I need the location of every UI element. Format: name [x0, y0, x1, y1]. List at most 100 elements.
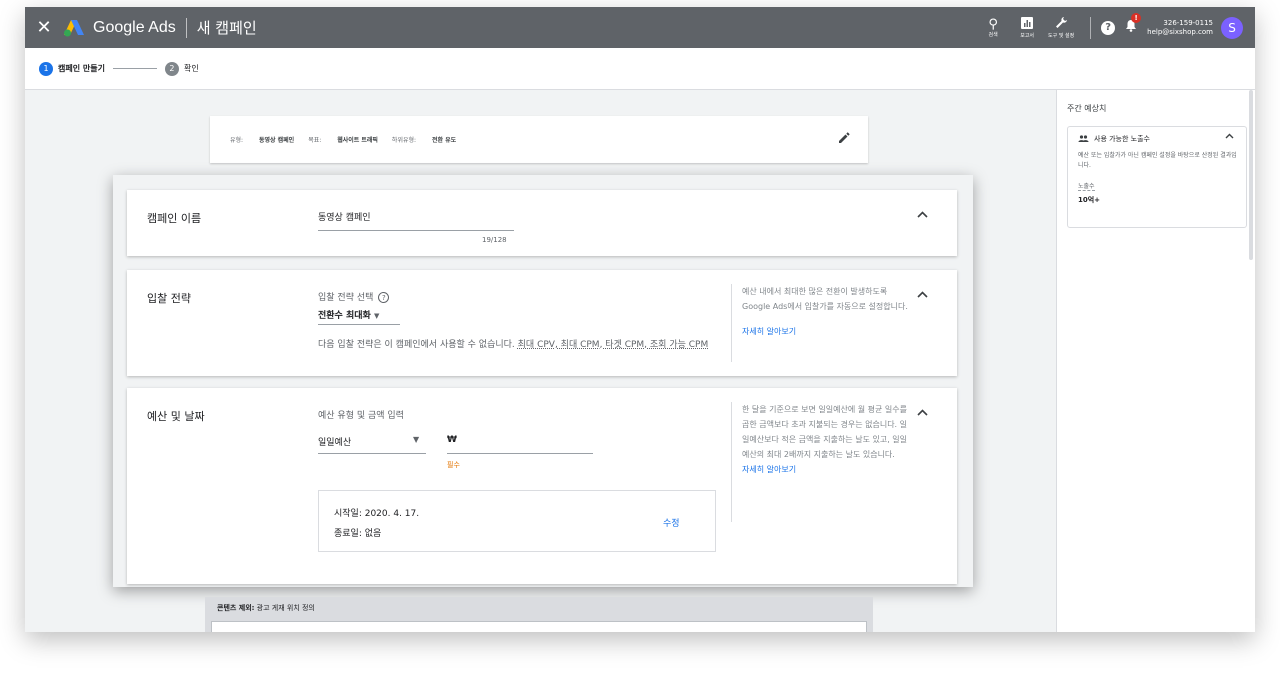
summary-goal-value: 웹사이트 트래픽 — [337, 137, 378, 144]
campaign-name-char-count: 19/128 — [482, 236, 507, 244]
help-icon[interactable]: ? — [1101, 20, 1116, 35]
start-date: 시작일: 2020. 4. 17. — [334, 509, 420, 519]
bidding-select-label: 입찰 전략 선택? — [318, 290, 390, 303]
bidding-help-text: 예산 내에서 최대한 많은 전환이 발생하도록 Google Ads에서 입찰가… — [742, 284, 910, 339]
brand-name: Google Ads — [93, 18, 176, 36]
content-exclusion-box — [211, 621, 867, 632]
step-1-number: 1 — [39, 61, 53, 76]
bidding-strategy-dropdown[interactable]: 전환수 최대화 ▼ — [318, 308, 379, 321]
campaign-name-input[interactable]: 동영상 캠페인 — [318, 210, 371, 223]
campaign-summary: 유형: 동영상 캠페인 목표: 웹사이트 트래픽 하위유형: 전환 유도 — [210, 116, 868, 163]
app-window: ✕ Google Ads 새 캠페인 ⚲ 검색 보고서 도구 및 설정 ? ! … — [25, 7, 1255, 632]
google-ads-logo — [63, 17, 85, 39]
date-box: 시작일: 2020. 4. 17. 종료일: 없음 수정 — [318, 490, 716, 552]
content-exclusion-title-bold: 콘텐츠 제외: — [217, 604, 255, 612]
impressions-metric-value: 10억+ — [1078, 196, 1101, 204]
bell-icon — [1125, 20, 1137, 36]
chevron-up-icon[interactable] — [917, 406, 928, 419]
account-info[interactable]: 326-159-0115 help@sixshop.com — [1147, 19, 1213, 37]
toolbar-divider — [1090, 16, 1092, 39]
summary-subtype-label: 하위유형: — [391, 137, 417, 144]
chevron-up-icon[interactable] — [917, 288, 928, 301]
impressions-card-header[interactable]: 사용 가능한 노출수 — [1078, 134, 1150, 144]
account-id: 326-159-0115 — [1163, 18, 1213, 27]
budget-card: 예산 및 날짜 예산 유형 및 금액 입력 일일예산 ▼ ₩ 필수 시작일: 2… — [127, 388, 957, 584]
bidding-unavailable-note: 다음 입찰 전략은 이 캠페인에서 사용할 수 없습니다. 최대 CPV, 최대… — [318, 338, 728, 353]
title-divider — [185, 17, 187, 38]
content-exclusion-section: 콘텐츠 제외: 광고 게재 위치 정의 — [205, 597, 873, 632]
reports-button[interactable]: 보고서 — [1012, 16, 1042, 39]
account-email: help@sixshop.com — [1147, 27, 1213, 36]
summary-goal: 목표: 웹사이트 트래픽 — [308, 135, 378, 144]
chevron-up-icon[interactable] — [917, 208, 928, 221]
search-label: 검색 — [988, 32, 998, 38]
bidding-select-label-text: 입찰 전략 선택 — [318, 293, 374, 303]
notification-badge: ! — [1131, 13, 1142, 23]
edit-pencil-icon[interactable] — [838, 132, 850, 147]
weekly-estimates-title: 주간 예상치 — [1067, 104, 1107, 113]
wrench-icon — [1055, 16, 1068, 33]
impressions-card: 사용 가능한 노출수 예산 또는 입찰가가 아닌 캠페인 설정을 바탕으로 산정… — [1067, 126, 1247, 228]
budget-amount-underline — [447, 453, 593, 454]
bidding-dropdown-underline — [318, 324, 400, 325]
bidding-learn-more-link[interactable]: 자세히 알아보기 — [742, 324, 910, 339]
budget-input-label: 예산 유형 및 금액 입력 — [318, 411, 404, 421]
budget-type-dropdown[interactable]: 일일예산 — [318, 435, 351, 448]
reports-label: 보고서 — [1020, 32, 1035, 39]
avatar[interactable]: S — [1221, 16, 1243, 39]
step-2-label[interactable]: 확인 — [184, 63, 199, 74]
notifications-button[interactable]: ! — [1125, 13, 1142, 36]
campaign-name-title: 캠페인 이름 — [147, 212, 202, 225]
summary-subtype-value: 전환 유도 — [431, 137, 457, 144]
budget-learn-more-link[interactable]: 자세히 알아보기 — [742, 462, 910, 477]
bidding-note-prefix: 다음 입찰 전략은 이 캠페인에서 사용할 수 없습니다. — [318, 340, 515, 350]
help-divider — [731, 284, 732, 362]
summary-type: 유형: 동영상 캠페인 — [230, 135, 294, 144]
help-divider — [731, 402, 732, 522]
summary-type-label: 유형: — [230, 137, 244, 144]
campaign-name-card: 캠페인 이름 동영상 캠페인 19/128 — [127, 190, 957, 256]
impressions-description: 예산 또는 입찰가가 아닌 캠페인 설정을 바탕으로 산정된 결과입니다. — [1078, 152, 1237, 169]
top-bar: ✕ Google Ads 새 캠페인 ⚲ 검색 보고서 도구 및 설정 ? ! … — [25, 7, 1255, 48]
weekly-estimates-panel: 주간 예상치 사용 가능한 노출수 예산 또는 입찰가가 아닌 캠페인 설정을 … — [1056, 90, 1255, 632]
campaign-name-underline — [318, 230, 514, 231]
step-1-label[interactable]: 캠페인 만들기 — [58, 63, 105, 74]
page-title: 새 캠페인 — [196, 19, 257, 37]
content-exclusion-title[interactable]: 콘텐츠 제외: 광고 게재 위치 정의 — [217, 603, 315, 613]
campaign-form: 캠페인 이름 동영상 캠페인 19/128 입찰 전략 입찰 전략 선택? 전환… — [113, 175, 973, 587]
tools-label: 도구 및 설정 — [1048, 33, 1075, 39]
dropdown-arrow-icon: ▼ — [373, 312, 380, 320]
budget-help-text: 한 달을 기준으로 보면 일일예산에 월 평균 일수를 곱한 금액보다 초과 지… — [742, 402, 910, 477]
people-icon — [1078, 134, 1089, 144]
step-2-number: 2 — [164, 61, 179, 76]
impressions-metric-label: 노출수 — [1078, 183, 1095, 191]
budget-type-underline — [318, 453, 426, 454]
budget-help-body: 한 달을 기준으로 보면 일일예산에 월 평균 일수를 곱한 금액보다 초과 지… — [742, 405, 907, 459]
chevron-up-icon[interactable] — [1225, 132, 1234, 142]
search-button[interactable]: ⚲ 검색 — [978, 17, 1008, 38]
close-icon[interactable]: ✕ — [35, 18, 53, 37]
budget-amount-input[interactable]: ₩ — [447, 435, 457, 445]
content-exclusion-title-rest: 광고 게재 위치 정의 — [254, 604, 315, 612]
bidding-note-items: 최대 CPV, 최대 CPM, 타겟 CPM, 조회 가능 CPM — [517, 340, 709, 350]
budget-title: 예산 및 날짜 — [147, 410, 205, 423]
tools-button[interactable]: 도구 및 설정 — [1046, 16, 1076, 39]
impressions-card-title: 사용 가능한 노출수 — [1094, 135, 1150, 143]
edit-dates-button[interactable]: 수정 — [663, 516, 680, 529]
search-icon: ⚲ — [988, 17, 998, 32]
dropdown-arrow-icon: ▼ — [413, 435, 420, 444]
step-connector — [112, 68, 157, 69]
summary-goal-label: 목표: — [308, 137, 322, 144]
summary-subtype: 하위유형: 전환 유도 — [392, 135, 456, 144]
help-circle-icon[interactable]: ? — [378, 292, 390, 303]
reports-icon — [1021, 16, 1034, 33]
stepper: 1 캠페인 만들기 2 확인 — [25, 48, 1255, 90]
end-date: 종료일: 없음 — [334, 529, 382, 539]
summary-type-value: 동영상 캠페인 — [258, 137, 295, 144]
scrollbar[interactable] — [1249, 90, 1253, 260]
bidding-card: 입찰 전략 입찰 전략 선택? 전환수 최대화 ▼ 다음 입찰 전략은 이 캠페… — [127, 270, 957, 376]
required-error-text: 필수 — [447, 461, 460, 469]
bidding-help-body: 예산 내에서 최대한 많은 전환이 발생하도록 Google Ads에서 입찰가… — [742, 287, 908, 311]
toolbar-right: ⚲ 검색 보고서 도구 및 설정 ? ! 326-159-0115 help@s… — [978, 7, 1243, 48]
bidding-strategy-value: 전환수 최대화 — [318, 311, 371, 321]
